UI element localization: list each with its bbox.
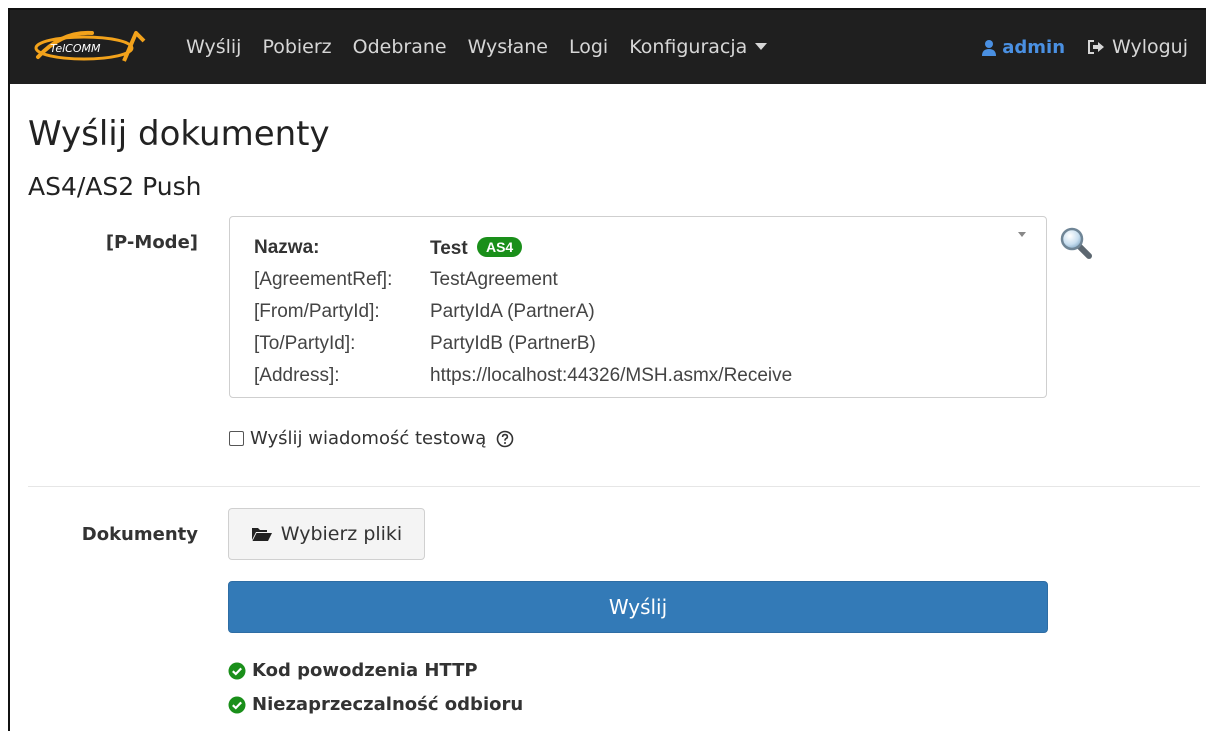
choose-files-button[interactable]: Wybierz pliki [228,508,425,560]
help-icon[interactable] [496,430,514,448]
pmode-label: [P-Mode] [105,232,198,253]
user-menu[interactable]: admin [981,37,1065,58]
agreement-ref-key: [AgreementRef]: [254,269,393,290]
nav-right: admin Wyloguj [981,10,1188,84]
status-http: Kod powodzenia HTTP [228,660,478,681]
from-party-value: PartyIdA (PartnerA) [430,301,595,322]
nav-pobierz[interactable]: Pobierz [262,36,331,58]
agreement-ref-value: TestAgreement [430,269,558,290]
pmode-select[interactable]: Nazwa: Test AS4 [AgreementRef]: TestAgre… [229,216,1047,398]
pmode-name-value: Test AS4 [430,237,523,260]
to-party-key: [To/PartyId]: [254,333,356,354]
status-receipt: Niezaprzeczalność odbioru [228,694,523,715]
to-party-value: PartyIdB (PartnerB) [430,333,596,354]
documents-label: Dokumenty [81,524,198,545]
nav-logi[interactable]: Logi [569,36,608,58]
chevron-down-icon [1018,232,1026,237]
main-nav: Wyślij Pobierz Odebrane Wysłane Logi Kon… [186,10,788,84]
pmode-name-key: Nazwa: [254,237,320,258]
nav-konfiguracja-dropdown[interactable]: Konfiguracja [629,36,767,58]
protocol-badge: AS4 [476,237,523,257]
page-subtitle: AS4/AS2 Push [28,172,202,201]
app-frame: TelCOMM Wyślij Pobierz Odebrane Wysłane … [8,8,1206,731]
check-circle-icon [228,696,246,713]
page-title: Wyślij dokumenty [28,114,330,154]
check-circle-icon [228,662,246,679]
test-message-label[interactable]: Wyślij wiadomość testową [250,428,486,449]
user-icon [982,39,997,56]
search-icon[interactable] [1059,226,1093,260]
choose-files-label: Wybierz pliki [280,523,403,545]
section-divider [28,486,1200,487]
from-party-key: [From/PartyId]: [254,301,380,322]
sign-out-icon [1088,40,1105,54]
nav-wyslij[interactable]: Wyślij [186,36,241,58]
status-receipt-label: Niezaprzeczalność odbioru [252,694,524,715]
logout-link[interactable]: Wyloguj [1087,36,1188,58]
nav-odebrane[interactable]: Odebrane [353,36,447,58]
nav-wyslane[interactable]: Wysłane [468,36,548,58]
folder-open-icon [251,528,272,541]
svg-text:TelCOMM: TelCOMM [50,42,101,55]
test-message-option: Wyślij wiadomość testową [229,428,514,449]
address-value: https://localhost:44326/MSH.asmx/Receive [430,365,793,386]
navbar: TelCOMM Wyślij Pobierz Odebrane Wysłane … [10,10,1206,84]
telcomm-logo[interactable]: TelCOMM [32,27,150,65]
test-message-checkbox[interactable] [229,431,244,446]
address-key: [Address]: [254,365,340,386]
send-button[interactable]: Wyślij [228,581,1048,633]
pmode-name-text: Test [430,238,468,259]
logout-label: Wyloguj [1112,36,1188,58]
status-http-label: Kod powodzenia HTTP [252,660,478,681]
username: admin [1002,36,1066,58]
